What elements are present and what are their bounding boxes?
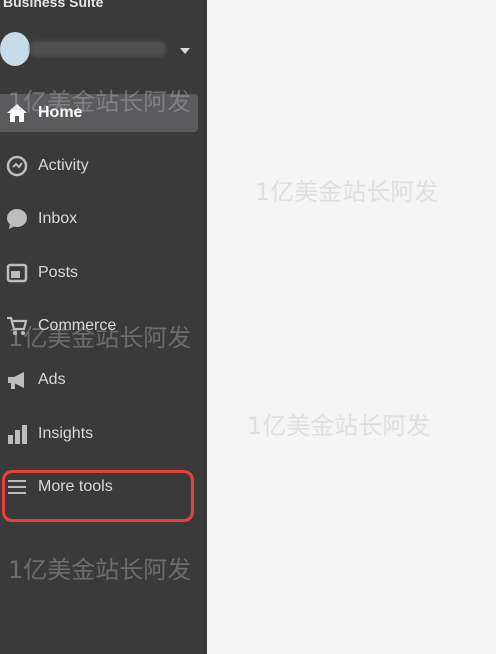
sidebar-item-label: Home bbox=[38, 104, 83, 121]
bar-chart-icon bbox=[6, 423, 28, 445]
sidebar-item-inbox[interactable]: Inbox bbox=[0, 200, 198, 238]
inbox-icon bbox=[6, 208, 28, 230]
sidebar-item-label: Commerce bbox=[38, 317, 117, 334]
sidebar-item-commerce[interactable]: Commerce bbox=[0, 307, 198, 345]
sidebar-item-activity[interactable]: Activity bbox=[0, 147, 198, 185]
main-content bbox=[207, 0, 496, 654]
sidebar-item-label: Insights bbox=[38, 425, 94, 442]
activity-icon bbox=[6, 155, 28, 177]
account-name bbox=[30, 41, 166, 57]
shopping-cart-icon bbox=[6, 315, 28, 337]
chevron-down-icon[interactable] bbox=[180, 48, 190, 54]
sidebar-item-home[interactable]: Home bbox=[0, 94, 198, 132]
sidebar-item-more-tools[interactable]: More tools bbox=[0, 468, 198, 506]
sidebar-item-label: More tools bbox=[38, 478, 113, 495]
sidebar: Business Suite Home Activity Inbox Posts… bbox=[0, 0, 207, 654]
sidebar-item-posts[interactable]: Posts bbox=[0, 254, 198, 292]
app-title: Business Suite bbox=[3, 0, 104, 10]
sidebar-item-label: Inbox bbox=[38, 210, 78, 227]
sidebar-item-label: Posts bbox=[38, 264, 79, 281]
avatar bbox=[0, 32, 30, 66]
sidebar-item-ads[interactable]: Ads bbox=[0, 361, 198, 399]
sidebar-item-label: Activity bbox=[38, 157, 89, 174]
megaphone-icon bbox=[6, 369, 28, 391]
home-icon bbox=[6, 102, 28, 124]
sidebar-item-label: Ads bbox=[38, 371, 66, 388]
menu-icon bbox=[6, 476, 28, 498]
account-switcher[interactable] bbox=[0, 30, 200, 70]
posts-icon bbox=[6, 262, 28, 284]
sidebar-item-insights[interactable]: Insights bbox=[0, 415, 198, 453]
